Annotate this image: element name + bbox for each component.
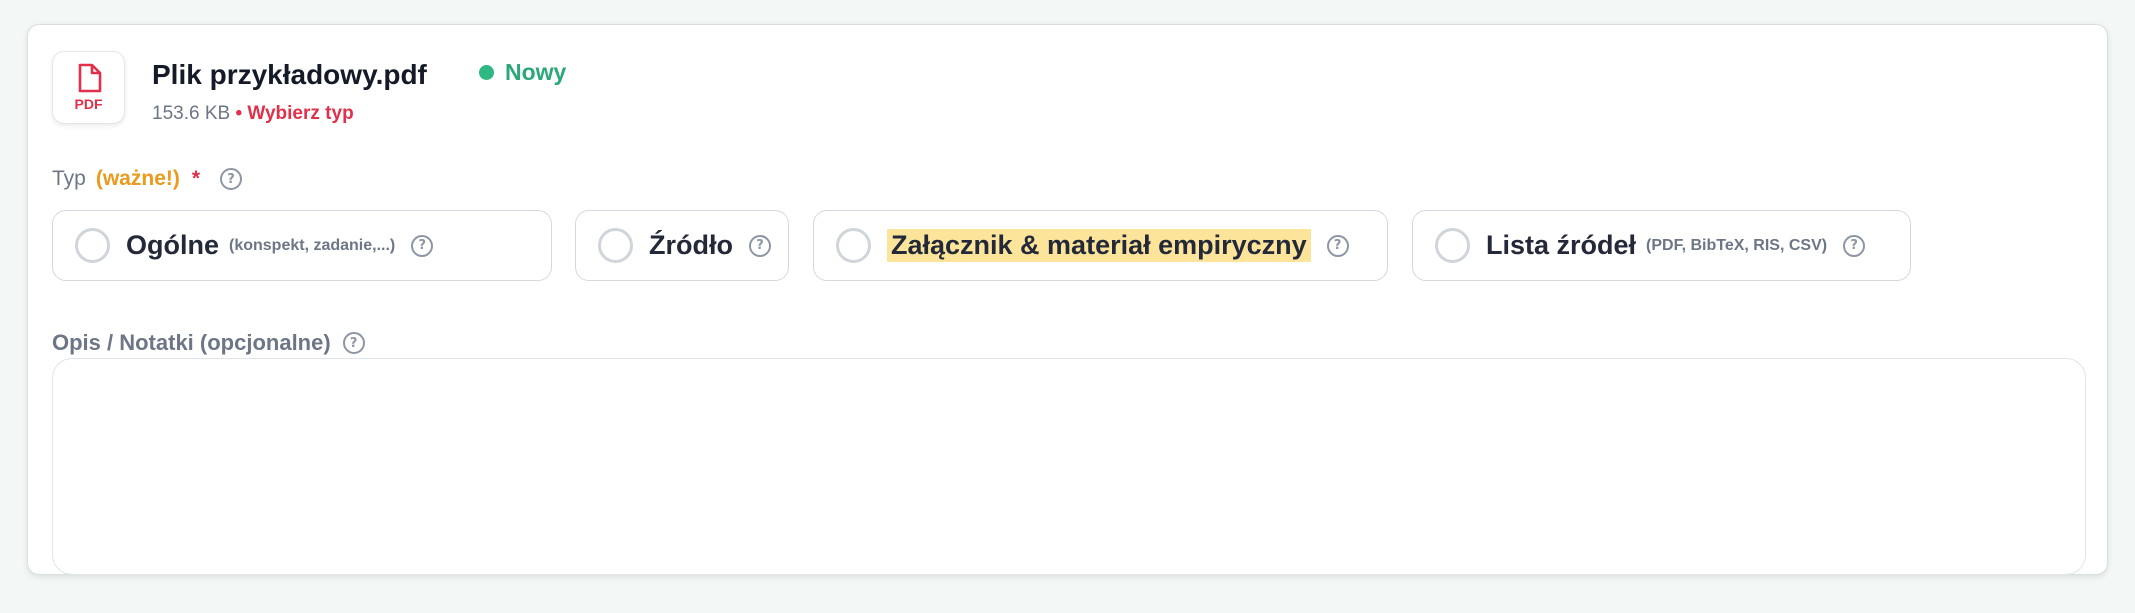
option-label: Źródło bbox=[649, 230, 733, 260]
pdf-file-icon: PDF bbox=[52, 51, 125, 124]
description-label-text: Opis / Notatki (opcjonalne) bbox=[52, 330, 331, 355]
type-option-source-list[interactable]: Lista źródeł (PDF, BibTeX, RIS, CSV) ? bbox=[1412, 210, 1911, 281]
radio-empty-icon[interactable] bbox=[836, 228, 871, 263]
question-circle-icon[interactable]: ? bbox=[220, 168, 243, 190]
file-card: PDF Plik przykładowy.pdf Nowy 153.6 KB •… bbox=[27, 24, 2108, 575]
option-label: Lista źródeł bbox=[1486, 230, 1637, 260]
status-dot-icon bbox=[479, 65, 494, 80]
option-hint: (konspekt, zadanie,...) bbox=[229, 236, 396, 254]
question-circle-icon[interactable]: ? bbox=[748, 234, 771, 257]
document-icon bbox=[78, 63, 102, 93]
file-size: 153.6 KB bbox=[152, 103, 231, 124]
important-note: (ważne!) bbox=[95, 167, 180, 190]
type-warning: Wybierz typ bbox=[247, 103, 354, 124]
type-option-general[interactable]: Ogólne (konspekt, zadanie,...) ? bbox=[52, 210, 552, 281]
description-textarea[interactable] bbox=[52, 358, 2086, 575]
type-field-label: Typ (ważne!) * ? bbox=[52, 167, 243, 191]
question-circle-icon[interactable]: ? bbox=[1326, 234, 1349, 257]
type-option-attachment[interactable]: Załącznik & materiał empiryczny ? bbox=[813, 210, 1388, 281]
status-text: Nowy bbox=[505, 59, 567, 85]
radio-empty-icon[interactable] bbox=[598, 228, 633, 263]
file-meta: 153.6 KB • Wybierz typ bbox=[152, 103, 354, 125]
pdf-label: PDF bbox=[74, 96, 103, 112]
radio-empty-icon[interactable] bbox=[1435, 228, 1470, 263]
question-circle-icon[interactable]: ? bbox=[411, 234, 434, 257]
type-option-source[interactable]: Źródło ? bbox=[575, 210, 789, 281]
file-name: Plik przykładowy.pdf bbox=[152, 59, 427, 90]
option-hint: (PDF, BibTeX, RIS, CSV) bbox=[1646, 236, 1828, 254]
status-badge: Nowy bbox=[479, 59, 566, 86]
option-label: Załącznik & materiał empiryczny bbox=[887, 229, 1311, 262]
meta-separator: • bbox=[235, 103, 243, 124]
type-label-text: Typ bbox=[52, 167, 86, 190]
description-field-label: Opis / Notatki (opcjonalne) ? bbox=[52, 330, 365, 356]
option-label: Ogólne bbox=[126, 230, 219, 260]
radio-empty-icon[interactable] bbox=[75, 228, 110, 263]
question-circle-icon[interactable]: ? bbox=[1843, 234, 1866, 257]
required-mark: * bbox=[191, 167, 201, 190]
question-circle-icon[interactable]: ? bbox=[342, 332, 365, 354]
